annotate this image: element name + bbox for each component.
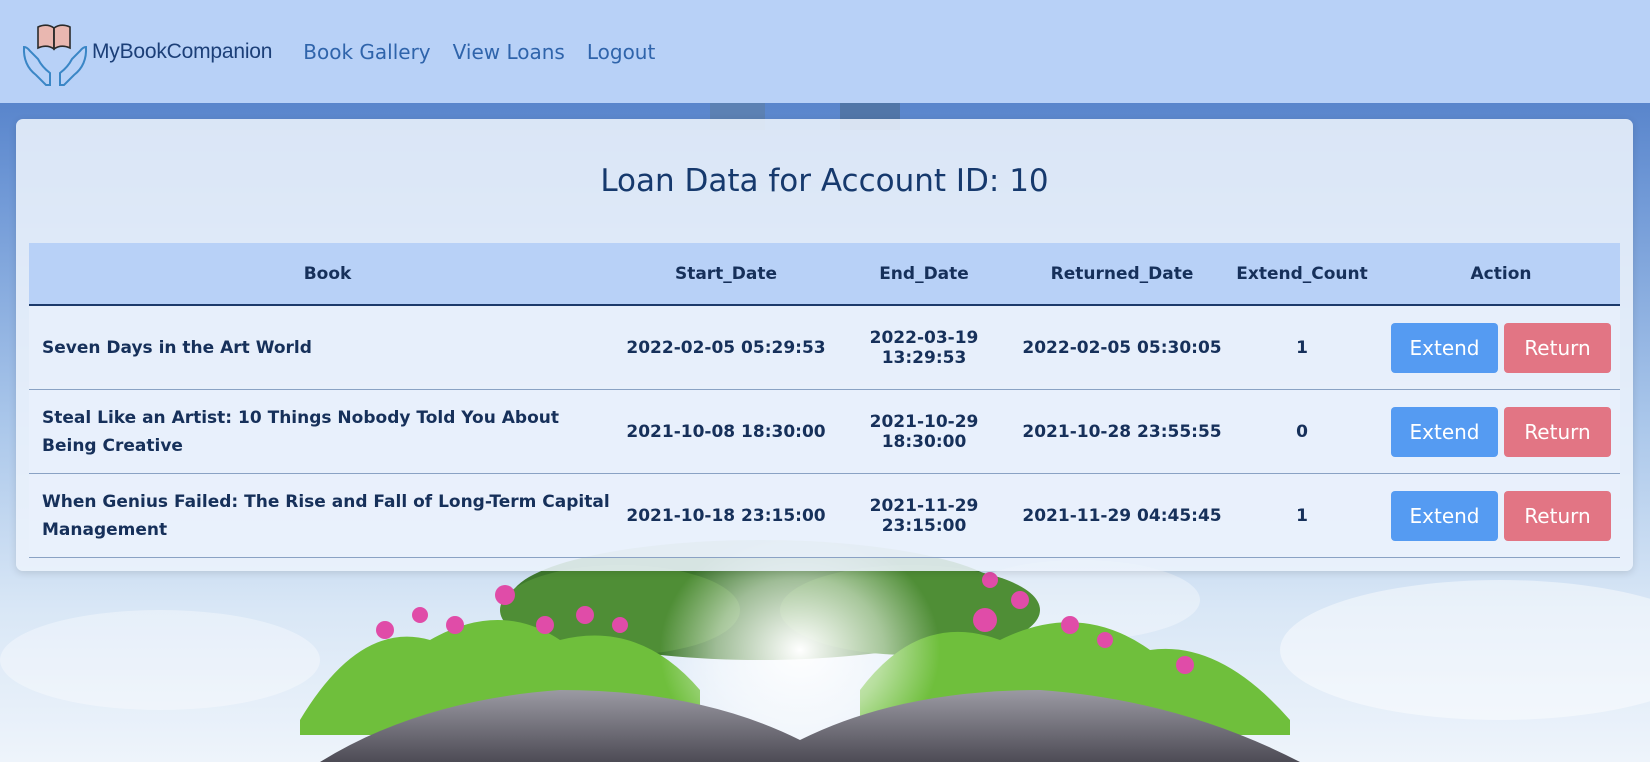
brand-name: MyBookCompanion [92, 39, 273, 63]
table-row: Seven Days in the Art World 2022-02-05 0… [29, 305, 1620, 390]
book-title: When Genius Failed: The Rise and Fall of… [29, 473, 626, 558]
end-date: 2022-03-19 13:29:53 [826, 305, 1022, 390]
return-button[interactable]: Return [1504, 406, 1611, 457]
action-cell: Extend Return [1382, 305, 1620, 390]
column-header-extend-count: Extend_Count [1222, 243, 1382, 306]
returned-date: 2022-02-05 05:30:05 [1022, 305, 1222, 390]
nav-link-view-loans[interactable]: View Loans [453, 40, 565, 64]
start-date: 2021-10-18 23:15:00 [626, 473, 826, 558]
book-title: Seven Days in the Art World [29, 305, 626, 390]
column-header-returned-date: Returned_Date [1022, 243, 1222, 306]
loans-table: Book Start_Date End_Date Returned_Date E… [29, 243, 1620, 558]
extend-count: 0 [1222, 389, 1382, 474]
extend-button[interactable]: Extend [1391, 406, 1498, 457]
nav-links: Book Gallery View Loans Logout [303, 40, 677, 64]
action-cell: Extend Return [1382, 389, 1620, 474]
page-title: Loan Data for Account ID: 10 [600, 163, 1049, 199]
book-title: Steal Like an Artist: 10 Things Nobody T… [29, 389, 626, 474]
column-header-book: Book [29, 243, 626, 306]
end-date: 2021-10-29 18:30:00 [826, 389, 1022, 474]
extend-button[interactable]: Extend [1391, 490, 1498, 541]
return-button[interactable]: Return [1504, 322, 1611, 373]
table-row: When Genius Failed: The Rise and Fall of… [29, 473, 1620, 558]
column-header-action: Action [1382, 243, 1620, 306]
hands-holding-book-icon [22, 23, 88, 86]
column-header-start-date: Start_Date [626, 243, 826, 306]
table-header-row: Book Start_Date End_Date Returned_Date E… [29, 243, 1620, 306]
nav-link-book-gallery[interactable]: Book Gallery [303, 40, 430, 64]
nav-link-logout[interactable]: Logout [587, 40, 655, 64]
returned-date: 2021-10-28 23:55:55 [1022, 389, 1222, 474]
start-date: 2022-02-05 05:29:53 [626, 305, 826, 390]
column-header-end-date: End_Date [826, 243, 1022, 306]
extend-count: 1 [1222, 305, 1382, 390]
returned-date: 2021-11-29 04:45:45 [1022, 473, 1222, 558]
extend-count: 1 [1222, 473, 1382, 558]
end-date: 2021-11-29 23:15:00 [826, 473, 1022, 558]
action-cell: Extend Return [1382, 473, 1620, 558]
navbar: MyBookCompanion Book Gallery View Loans … [0, 0, 1650, 103]
table-row: Steal Like an Artist: 10 Things Nobody T… [29, 389, 1620, 474]
return-button[interactable]: Return [1504, 490, 1611, 541]
brand[interactable]: MyBookCompanion [20, 17, 272, 87]
extend-button[interactable]: Extend [1391, 322, 1498, 373]
loans-card: Loan Data for Account ID: 10 Book Start_… [16, 119, 1633, 571]
start-date: 2021-10-08 18:30:00 [626, 389, 826, 474]
